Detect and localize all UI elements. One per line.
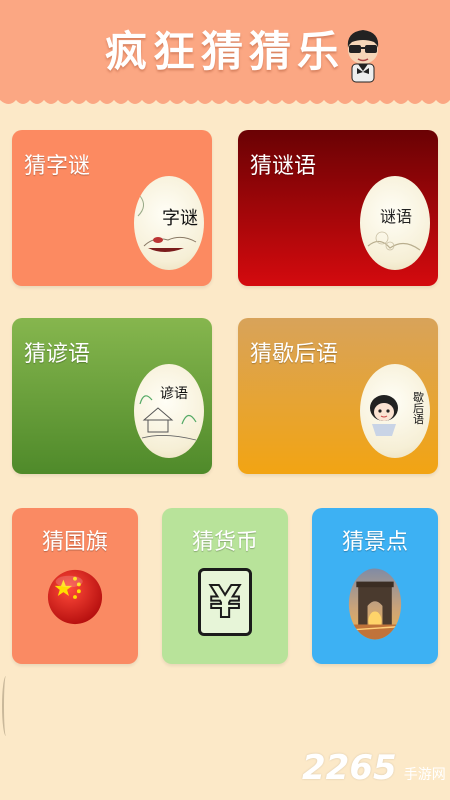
card-guess-character-riddle[interactable]: 猜字谜 字谜 <box>12 130 212 286</box>
card-label: 猜国旗 <box>41 530 108 555</box>
mascot-icon <box>347 30 379 83</box>
village-sketch-icon: 谚语 <box>134 364 204 458</box>
china-flag-icon <box>47 569 103 625</box>
yuan-icon: ¥ <box>198 568 252 636</box>
circle-text: 歇后语 <box>412 391 425 425</box>
ink-painting-icon: 字谜 <box>134 176 204 270</box>
watermark: 2265 手游网 <box>302 748 446 788</box>
card-label: 猜景点 <box>341 530 408 555</box>
yuan-symbol: ¥ <box>209 576 242 629</box>
header-wave-border <box>0 96 450 104</box>
circle-text: 谚语 <box>160 386 188 402</box>
card-label: 猜谚语 <box>24 342 91 367</box>
watermark-text: 手游网 <box>403 767 446 783</box>
circle-text: 字谜 <box>162 208 198 229</box>
arc-de-triomphe-icon <box>348 568 402 640</box>
circle-text: 谜语 <box>380 207 412 226</box>
card-guess-proverb[interactable]: 猜谚语 谚语 <box>12 318 212 474</box>
card-label: 猜字谜 <box>24 154 91 179</box>
card-guess-xiehouyu[interactable]: 猜歇后语 歇后语 <box>238 318 438 474</box>
card-guess-currency[interactable]: 猜货币 ¥ <box>162 508 288 664</box>
card-guess-flag[interactable]: 猜国旗 <box>12 508 138 664</box>
card-guess-landmark[interactable]: 猜景点 <box>312 508 438 664</box>
scroll-indicator <box>2 676 10 736</box>
card-label: 猜歇后语 <box>250 342 339 367</box>
header-bar: 疯狂猜猜乐 <box>0 0 450 100</box>
card-label: 猜货币 <box>191 530 258 555</box>
ink-painting-icon: 谜语 <box>360 176 430 270</box>
card-label: 猜谜语 <box>250 154 317 179</box>
card-guess-riddle[interactable]: 猜谜语 谜语 <box>238 130 438 286</box>
cartoon-girl-icon: 歇后语 <box>360 364 430 458</box>
watermark-number: 2265 <box>302 748 397 788</box>
